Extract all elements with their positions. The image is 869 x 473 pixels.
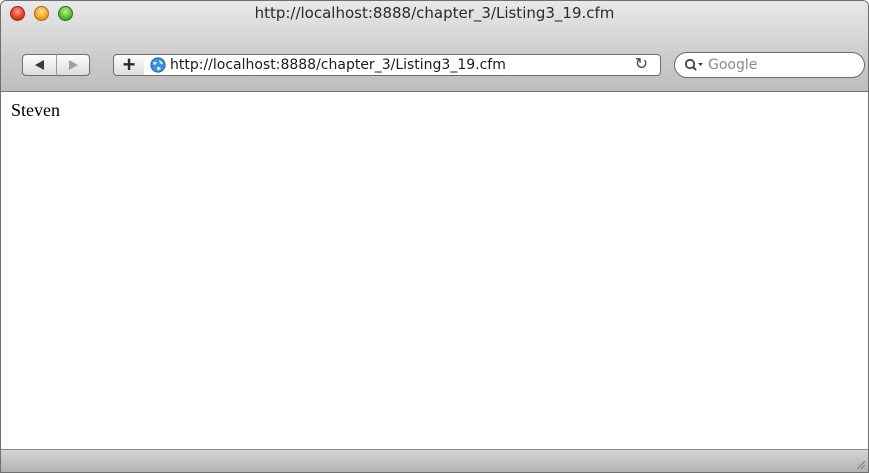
browser-window: http://localhost:8888/chapter_3/Listing3… bbox=[0, 0, 869, 473]
status-bar bbox=[1, 449, 868, 472]
browser-toolbar: http://localhost:8888/chapter_3/Listing3… bbox=[1, 1, 868, 92]
search-placeholder: Google bbox=[708, 57, 758, 73]
search-icon bbox=[684, 58, 703, 71]
url-text: http://localhost:8888/chapter_3/Listing3… bbox=[170, 57, 506, 73]
page-body-text: Steven bbox=[11, 100, 60, 120]
reload-icon[interactable]: ↻ bbox=[635, 55, 648, 75]
resize-grip-icon[interactable] bbox=[854, 458, 866, 470]
page-content: Steven bbox=[1, 92, 868, 450]
back-button[interactable] bbox=[22, 54, 57, 76]
globe-icon bbox=[150, 57, 166, 73]
search-field[interactable]: Google bbox=[674, 52, 865, 78]
address-bar[interactable]: http://localhost:8888/chapter_3/Listing3… bbox=[144, 54, 661, 76]
forward-arrow-icon bbox=[68, 60, 78, 70]
add-bookmark-button[interactable]: + bbox=[113, 54, 145, 76]
forward-button[interactable] bbox=[56, 54, 90, 76]
back-arrow-icon bbox=[35, 60, 44, 70]
window-title: http://localhost:8888/chapter_3/Listing3… bbox=[254, 4, 615, 22]
